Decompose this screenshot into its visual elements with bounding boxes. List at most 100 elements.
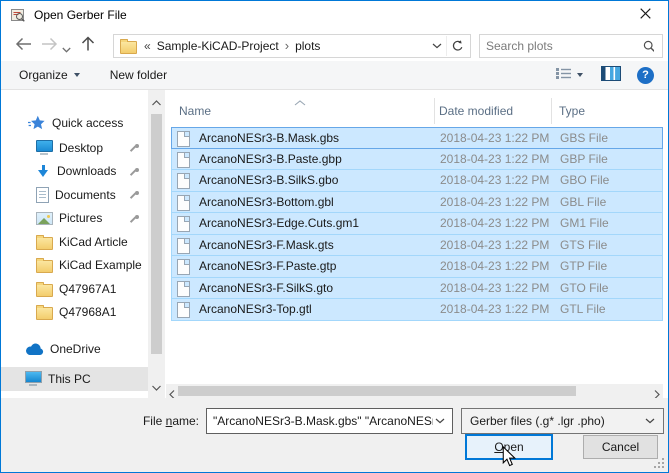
file-row[interactable]: ArcanoNESr3-F.SilkS.gto 2018-04-23 1:22 P… xyxy=(171,278,663,300)
sidebar-item-this-pc[interactable]: This PC xyxy=(1,367,148,391)
filetype-value: Gerber files (.g* .lgr .pho) xyxy=(462,414,643,428)
resize-grip[interactable] xyxy=(655,459,664,468)
file-row[interactable]: ArcanoNESr3-B.Mask.gbs2018-04-23 1:22 PM… xyxy=(171,127,663,149)
file-icon xyxy=(177,195,190,211)
details-view-icon xyxy=(556,67,571,83)
file-name-cell: ArcanoNESr3-F.Paste.gtp xyxy=(199,259,336,273)
sidebar-item-onedrive[interactable]: OneDrive xyxy=(1,337,148,361)
close-icon xyxy=(640,8,651,22)
filename-combobox[interactable]: "ArcanoNESr3-B.Mask.gbs" "ArcanoNESr3-B. xyxy=(206,408,453,434)
sidebar-item-label: Downloads xyxy=(57,164,116,178)
combo-chevron-icon[interactable] xyxy=(435,418,445,424)
scrollbar-thumb[interactable] xyxy=(151,114,162,354)
filetype-combobox[interactable]: Gerber files (.g* .lgr .pho) xyxy=(461,408,664,434)
forward-button[interactable] xyxy=(40,37,59,54)
sidebar-item-desktop[interactable]: Desktop xyxy=(1,136,148,160)
sidebar-item-label: KiCad Article xyxy=(59,235,128,249)
up-button[interactable] xyxy=(81,35,95,55)
folder-icon xyxy=(36,307,53,320)
close-button[interactable] xyxy=(623,1,668,29)
file-name-cell: ArcanoNESr3-Top.gtl xyxy=(199,302,312,316)
date-modified-cell: 2018-04-23 1:22 PM xyxy=(440,238,549,252)
sidebar-item-kicad-article[interactable]: KiCad Article xyxy=(1,230,148,254)
sidebar-item-downloads[interactable]: Downloads xyxy=(1,160,148,184)
search-box xyxy=(479,34,663,58)
sidebar-item-kicad-example[interactable]: KiCad Example xyxy=(1,254,148,278)
scroll-down-button[interactable] xyxy=(152,380,161,394)
file-row[interactable]: ArcanoNESr3-Top.gtl2018-04-23 1:22 PMGTL… xyxy=(171,299,663,321)
pin-icon xyxy=(130,214,140,224)
file-row[interactable]: ArcanoNESr3-B.Paste.gbp2018-04-23 1:22 P… xyxy=(171,149,663,171)
type-cell: GTP File xyxy=(560,259,607,273)
sidebar-item-label: Pictures xyxy=(59,211,102,225)
date-modified-cell: 2018-04-23 1:22 PM xyxy=(440,281,549,295)
sidebar-item-pictures[interactable]: Pictures xyxy=(1,207,148,231)
date-modified-cell: 2018-04-23 1:22 PM xyxy=(440,216,549,230)
breadcrumb-segment-plots[interactable]: plots xyxy=(295,39,320,53)
type-cell: GTL File xyxy=(560,302,606,316)
column-header-date-modified[interactable]: Date modified xyxy=(439,104,513,118)
preview-pane-button[interactable] xyxy=(601,66,621,84)
computer-icon xyxy=(25,371,42,383)
address-dropdown-chevron-icon[interactable] xyxy=(432,43,442,49)
command-toolbar: Organize New folder ? xyxy=(1,61,668,90)
list-horizontal-scrollbar[interactable] xyxy=(166,384,663,398)
file-list: ArcanoNESr3-B.Mask.gbs2018-04-23 1:22 PM… xyxy=(171,127,663,321)
folder-icon xyxy=(36,284,53,297)
combo-chevron-icon[interactable] xyxy=(645,418,655,424)
file-icon xyxy=(177,281,190,297)
sidebar-item-q47968a1[interactable]: Q47968A1 xyxy=(1,301,148,325)
folder-icon xyxy=(36,260,53,273)
sidebar-item-quick-access[interactable]: Quick access xyxy=(1,111,148,135)
column-separator[interactable] xyxy=(434,98,435,124)
star-icon xyxy=(28,115,45,131)
file-name-cell: ArcanoNESr3-B.SilkS.gbo xyxy=(199,173,338,187)
filename-value[interactable]: "ArcanoNESr3-B.Mask.gbs" "ArcanoNESr3-B. xyxy=(207,414,433,428)
breadcrumb-segment-project[interactable]: Sample-KiCAD-Project xyxy=(157,39,279,53)
file-name-cell: ArcanoNESr3-F.Mask.gts xyxy=(199,238,334,252)
scroll-up-button[interactable] xyxy=(152,95,161,109)
file-icon xyxy=(177,173,190,189)
views-button[interactable] xyxy=(556,67,583,83)
sidebar-item-q47967a1[interactable]: Q47967A1 xyxy=(1,277,148,301)
date-modified-cell: 2018-04-23 1:22 PM xyxy=(440,152,549,166)
file-row[interactable]: ArcanoNESr3-Bottom.gbl2018-04-23 1:22 PM… xyxy=(171,192,663,214)
file-row[interactable]: ArcanoNESr3-F.Mask.gts 2018-04-23 1:22 PM… xyxy=(171,235,663,257)
preview-pane-icon xyxy=(601,66,621,84)
cancel-button[interactable]: Cancel xyxy=(583,435,658,459)
organize-button[interactable]: Organize xyxy=(19,68,80,82)
file-row[interactable]: ArcanoNESr3-F.Paste.gtp2018-04-23 1:22 P… xyxy=(171,256,663,278)
refresh-icon[interactable] xyxy=(451,40,464,53)
sidebar-scrollbar[interactable] xyxy=(148,90,165,398)
back-button[interactable] xyxy=(14,37,33,54)
recent-locations-chevron-icon[interactable] xyxy=(62,42,71,56)
sidebar-item-label: Documents xyxy=(55,188,116,202)
sidebar-item-label: Q47968A1 xyxy=(59,305,116,319)
new-folder-button[interactable]: New folder xyxy=(110,68,167,82)
type-cell: GBP File xyxy=(560,152,608,166)
scrollbar-thumb[interactable] xyxy=(178,386,576,396)
breadcrumb-overflow[interactable]: « xyxy=(144,39,151,53)
app-icon xyxy=(10,7,26,26)
pin-icon xyxy=(130,143,140,153)
type-cell: GTO File xyxy=(560,281,608,295)
file-row[interactable]: ArcanoNESr3-Edge.Cuts.gm12018-04-23 1:22… xyxy=(171,213,663,235)
open-button[interactable]: Open xyxy=(465,434,553,460)
type-cell: GM1 File xyxy=(560,216,609,230)
help-button[interactable]: ? xyxy=(637,67,654,84)
dropdown-caret-icon xyxy=(74,73,80,77)
address-bar[interactable]: « Sample-KiCAD-Project › plots xyxy=(113,34,471,58)
title-bar: Open Gerber File xyxy=(1,1,668,29)
file-name-cell: ArcanoNESr3-F.SilkS.gto xyxy=(199,281,333,295)
type-cell: GBL File xyxy=(560,195,606,209)
file-row[interactable]: ArcanoNESr3-B.SilkS.gbo2018-04-23 1:22 P… xyxy=(171,170,663,192)
sidebar-item-label: Desktop xyxy=(59,141,103,155)
sidebar-item-documents[interactable]: Documents xyxy=(1,183,148,207)
search-input[interactable] xyxy=(480,38,643,54)
documents-icon xyxy=(36,187,49,203)
column-header-type[interactable]: Type xyxy=(559,104,585,118)
folder-icon xyxy=(120,41,137,54)
column-header-name[interactable]: Name xyxy=(179,104,211,118)
column-separator[interactable] xyxy=(551,98,552,124)
breadcrumb-separator[interactable]: › xyxy=(285,41,289,51)
